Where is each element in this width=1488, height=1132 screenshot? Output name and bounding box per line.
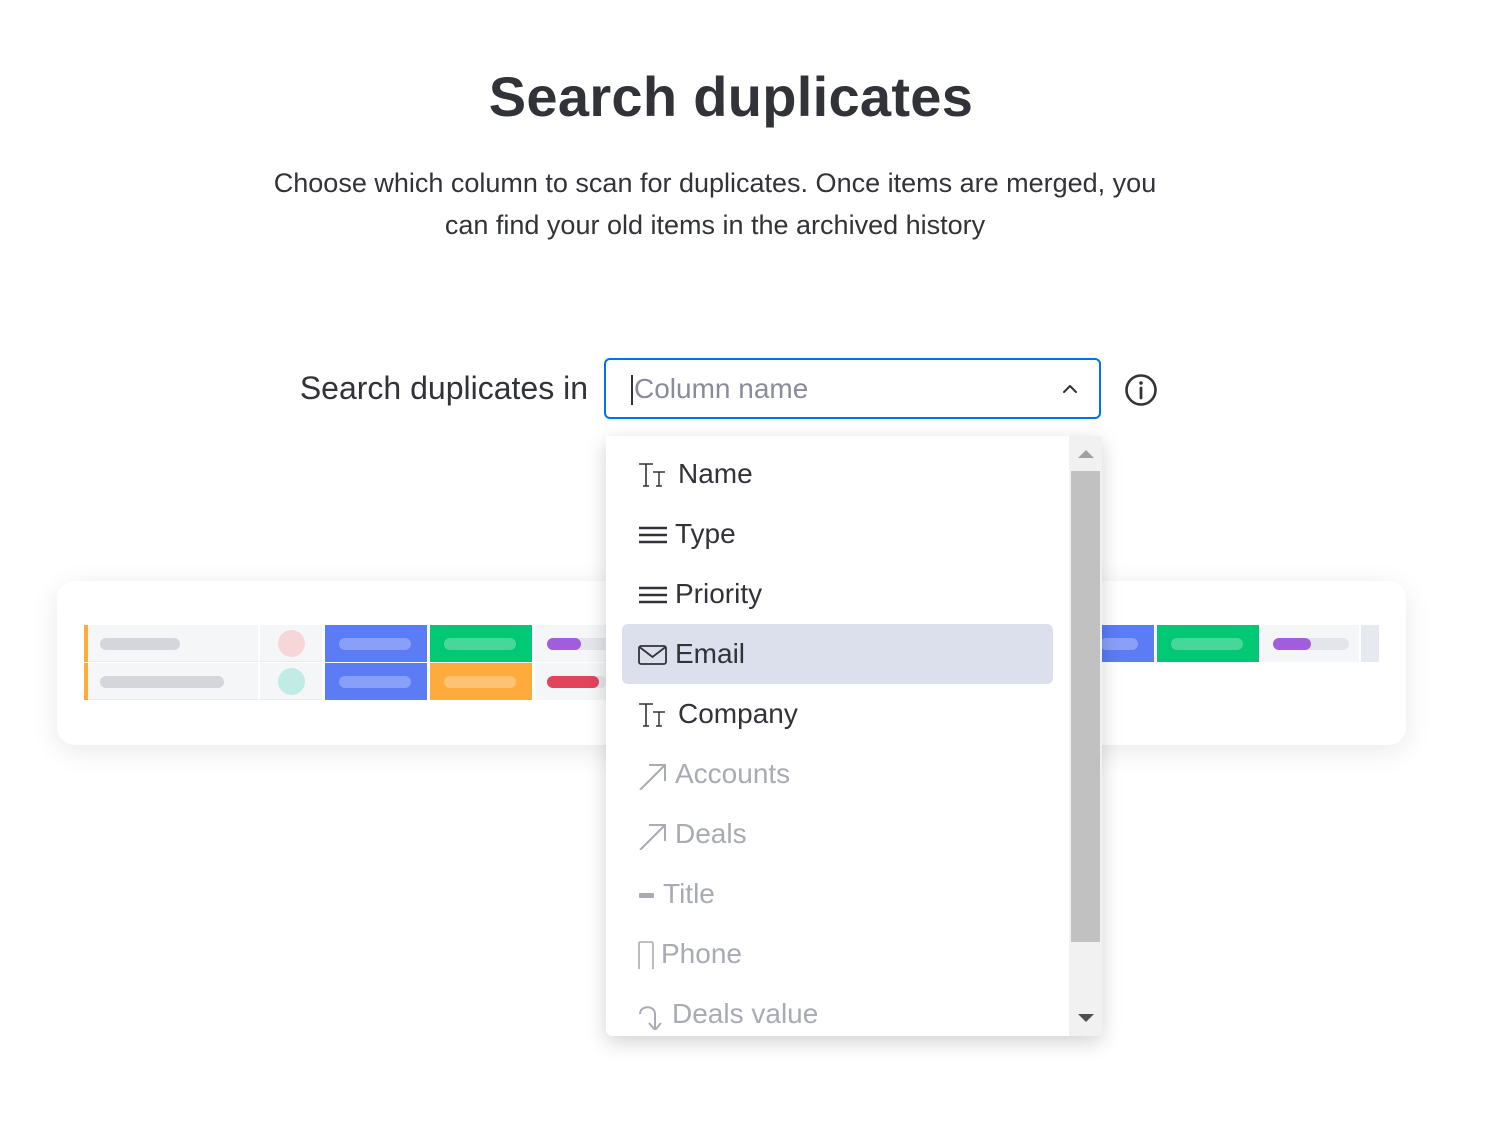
- connect-arrow-icon: [639, 824, 666, 850]
- info-icon[interactable]: [1124, 373, 1158, 407]
- email-icon: [638, 645, 667, 665]
- option-label: Priority: [675, 578, 763, 609]
- status-cell-blue: [1100, 625, 1154, 662]
- search-in-label: Search duplicates in: [299, 370, 588, 406]
- chevron-up-icon[interactable]: [1061, 380, 1079, 398]
- scroll-up-arrow-icon[interactable]: [1078, 450, 1094, 458]
- option-label: Title: [663, 878, 715, 909]
- column-name-combobox[interactable]: [604, 358, 1101, 419]
- option-label: Deals value: [672, 998, 819, 1029]
- dropdown-scrollbar[interactable]: [1069, 436, 1102, 1036]
- option-priority[interactable]: Priority: [622, 564, 1053, 624]
- column-dropdown-menu: Name Type Priority Email Company Account…: [606, 436, 1102, 1036]
- mirror-icon: [639, 1006, 662, 1030]
- option-company[interactable]: Company: [622, 684, 1053, 744]
- search-duplicates-page: Search duplicates Choose which column to…: [0, 0, 1488, 1132]
- option-label: Company: [678, 698, 798, 729]
- option-label: Email: [675, 638, 746, 669]
- option-accounts: Accounts: [622, 744, 1053, 804]
- option-label: Type: [675, 518, 736, 549]
- status-cell-green: [1157, 625, 1259, 662]
- item-name-placeholder: [88, 663, 258, 700]
- cell-edge: [1361, 625, 1379, 662]
- text-caret: [631, 375, 633, 405]
- option-email[interactable]: Email: [622, 624, 1053, 684]
- progress-cell: [1262, 625, 1359, 662]
- status-cell-orange: [430, 663, 532, 700]
- connect-arrow-icon: [639, 764, 666, 790]
- item-name-placeholder: [88, 625, 258, 662]
- status-cell-blue: [325, 625, 427, 662]
- option-deals: Deals: [622, 804, 1053, 864]
- option-name[interactable]: Name: [622, 444, 1053, 504]
- status-lines-icon: [639, 526, 667, 544]
- person-placeholder: [260, 663, 322, 700]
- option-title: Title: [622, 864, 1053, 924]
- option-phone: Phone: [622, 924, 1053, 984]
- status-lines-icon: [639, 586, 667, 604]
- text-type-icon: [639, 463, 665, 487]
- option-label: Phone: [661, 938, 742, 969]
- text-type-icon: [639, 703, 665, 727]
- status-cell-blue: [325, 663, 427, 700]
- option-label: Name: [678, 458, 753, 489]
- scrollbar-thumb[interactable]: [1071, 471, 1100, 942]
- subtitle-line-2: can find your old items in the archived …: [444, 210, 986, 240]
- option-deals-value: Deals value: [622, 984, 1053, 1036]
- option-type[interactable]: Type: [622, 504, 1053, 564]
- status-cell-green: [430, 625, 532, 662]
- option-label: Deals: [675, 818, 747, 849]
- option-label: Accounts: [675, 758, 791, 789]
- scroll-down-arrow-icon[interactable]: [1078, 1014, 1094, 1022]
- page-title: Search duplicates: [488, 65, 974, 128]
- person-placeholder: [260, 625, 322, 662]
- page-subtitle: Choose which column to scan for duplicat…: [250, 162, 1180, 246]
- subtitle-line-1: Choose which column to scan for duplicat…: [273, 168, 1157, 198]
- column-name-input[interactable]: [634, 368, 1054, 410]
